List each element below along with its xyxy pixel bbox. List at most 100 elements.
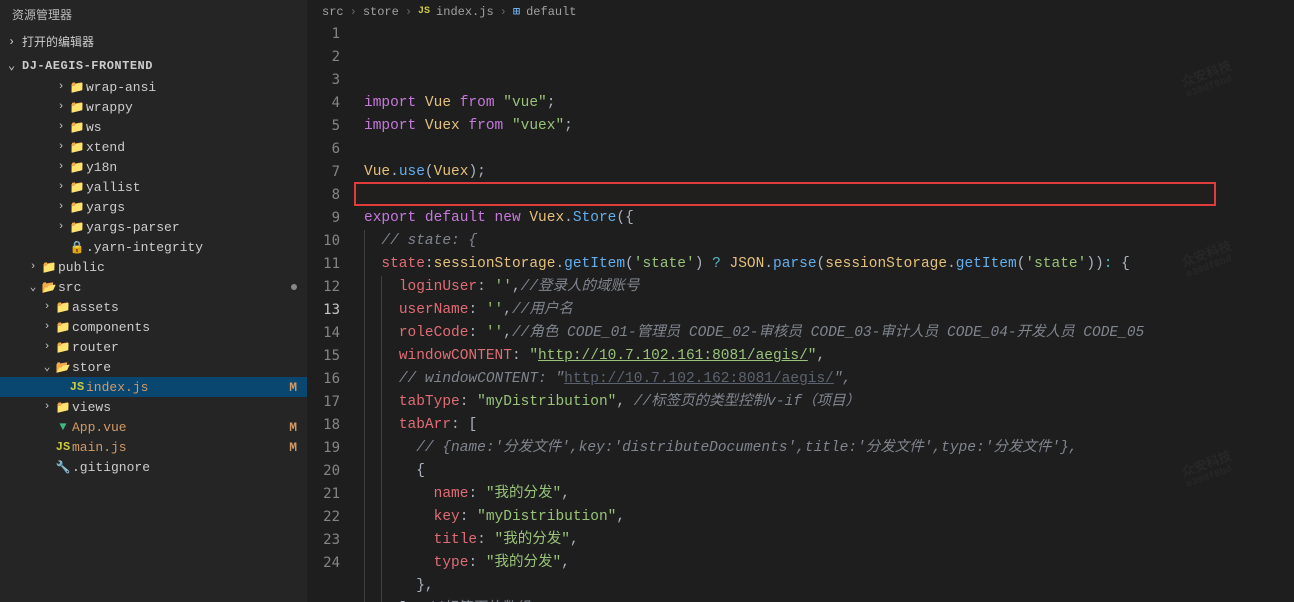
folder-icon: 📂 (40, 279, 58, 295)
chevron-right-icon: › (26, 261, 40, 273)
chevron-right-icon: › (54, 141, 68, 153)
tree-item[interactable]: ›📁components (0, 317, 307, 337)
folder-icon: 📁 (68, 199, 86, 215)
code-content[interactable]: import Vue from "vue";import Vuex from "… (358, 23, 1294, 602)
project-section[interactable]: ⌄ DJ-AEGIS-FRONTEND (0, 54, 307, 77)
chevron-right-icon: › (8, 35, 18, 49)
tree-item[interactable]: ›📁public (0, 257, 307, 277)
tree-item[interactable]: ⌄📂src (0, 277, 307, 297)
tree-item-label: main.js (72, 440, 289, 455)
folder-icon: 📁 (68, 139, 86, 155)
code-line[interactable]: }, (364, 575, 1294, 598)
tree-item-label: y18n (86, 160, 307, 175)
code-line[interactable]: key: "myDistribution", (364, 506, 1294, 529)
code-line[interactable]: tabType: "myDistribution", //标签页的类型控制v-i… (364, 391, 1294, 414)
code-line[interactable]: roleCode: '',//角色 CODE_01-管理员 CODE_02-审核… (364, 322, 1294, 345)
sidebar: 资源管理器 › 打开的编辑器 ⌄ DJ-AEGIS-FRONTEND ›📁wra… (0, 0, 308, 602)
tree-item-label: src (58, 280, 291, 295)
tree-item[interactable]: ›📁yallist (0, 177, 307, 197)
code-line[interactable]: Vue.use(Vuex); (364, 161, 1294, 184)
chevron-right-icon: › (40, 321, 54, 333)
tree-item[interactable]: 🔒.yarn-integrity (0, 237, 307, 257)
code-line[interactable]: // windowCONTENT: "http://10.7.102.162:8… (364, 368, 1294, 391)
folder-icon: 📁 (68, 119, 86, 135)
code-line[interactable]: tabArr: [ (364, 414, 1294, 437)
tree-item[interactable]: ›📁views (0, 397, 307, 417)
chevron-right-icon: › (54, 181, 68, 193)
file-tree: ›📁wrap-ansi›📁wrappy›📁ws›📁xtend›📁y18n›📁ya… (0, 77, 307, 602)
line-gutter: 123456789101112131415161718192021222324 (308, 23, 358, 602)
chevron-right-icon: › (40, 401, 54, 413)
folder-icon: 📁 (68, 79, 86, 95)
folder-icon: 📁 (54, 399, 72, 415)
chevron-down-icon: ⌄ (26, 280, 40, 294)
js-icon: JS (54, 439, 72, 455)
tree-item[interactable]: ›📁y18n (0, 157, 307, 177)
code-line[interactable]: name: "我的分发", (364, 483, 1294, 506)
modified-badge: M (289, 440, 297, 455)
tree-item[interactable]: JSmain.jsM (0, 437, 307, 457)
vue-icon: ▼ (54, 419, 72, 435)
tree-item-label: router (72, 340, 307, 355)
tree-item[interactable]: ›📁yargs (0, 197, 307, 217)
folder-icon: 📁 (68, 179, 86, 195)
folder-icon: 📁 (40, 259, 58, 275)
tree-item-label: components (72, 320, 307, 335)
code-line[interactable]: export default new Vuex.Store({ (364, 207, 1294, 230)
folder-icon: 📁 (54, 339, 72, 355)
code-editor[interactable]: 123456789101112131415161718192021222324 … (308, 23, 1294, 602)
code-line[interactable]: // {name:'分发文件',key:'distributeDocuments… (364, 437, 1294, 460)
tree-item[interactable]: ›📁ws (0, 117, 307, 137)
project-name: DJ-AEGIS-FRONTEND (22, 59, 153, 73)
tree-item[interactable]: JSindex.jsM (0, 377, 307, 397)
code-line[interactable] (364, 184, 1294, 207)
code-line[interactable]: // state: { (364, 230, 1294, 253)
js-icon: JS (68, 379, 86, 395)
chevron-right-icon: › (40, 341, 54, 353)
tree-item[interactable]: ›📁wrap-ansi (0, 77, 307, 97)
tree-item[interactable]: ›📁router (0, 337, 307, 357)
chevron-right-icon: › (54, 221, 68, 233)
tree-item-label: assets (72, 300, 307, 315)
tree-item[interactable]: ›📁wrappy (0, 97, 307, 117)
code-line[interactable]: import Vuex from "vuex"; (364, 115, 1294, 138)
code-line[interactable]: ], //标签页的数组 (364, 598, 1294, 602)
chevron-right-icon: › (54, 161, 68, 173)
folder-icon: 📁 (68, 219, 86, 235)
explorer-title: 资源管理器 (0, 0, 307, 29)
code-line[interactable]: loginUser: '',//登录人的域账号 (364, 276, 1294, 299)
code-line[interactable]: windowCONTENT: "http://10.7.102.161:8081… (364, 345, 1294, 368)
tree-item-label: public (58, 260, 307, 275)
code-line[interactable]: { (364, 460, 1294, 483)
tree-item[interactable]: ⌄📂store (0, 357, 307, 377)
chevron-right-icon: › (54, 101, 68, 113)
code-line[interactable]: title: "我的分发", (364, 529, 1294, 552)
editor-area: downloadFile.vueindex.jsmain.jsvue.confi… (308, 0, 1294, 602)
chevron-right-icon: › (40, 301, 54, 313)
breadcrumb[interactable]: src › store › JS index.js › ⊞ default (308, 0, 1294, 23)
code-line[interactable]: userName: '',//用户名 (364, 299, 1294, 322)
file-icon: 🔧 (54, 459, 72, 475)
tree-item-label: yargs-parser (86, 220, 307, 235)
code-line[interactable]: import Vue from "vue"; (364, 92, 1294, 115)
tree-item-label: yallist (86, 180, 307, 195)
tree-item[interactable]: ›📁assets (0, 297, 307, 317)
tree-item[interactable]: ›📁yargs-parser (0, 217, 307, 237)
tree-item[interactable]: ▼App.vueM (0, 417, 307, 437)
code-line[interactable] (364, 138, 1294, 161)
code-line[interactable]: type: "我的分发", (364, 552, 1294, 575)
folder-icon: 📁 (68, 159, 86, 175)
tree-item-label: .yarn-integrity (86, 240, 307, 255)
tree-item-label: views (72, 400, 307, 415)
tree-item-label: store (72, 360, 307, 375)
folder-icon: 📁 (54, 299, 72, 315)
tree-item[interactable]: 🔧.gitignore (0, 457, 307, 477)
tree-item-label: wrap-ansi (86, 80, 307, 95)
tree-item[interactable]: ›📁xtend (0, 137, 307, 157)
modified-badge: M (289, 420, 297, 435)
folder-icon: 📁 (68, 99, 86, 115)
code-line[interactable]: state:sessionStorage.getItem('state') ? … (364, 253, 1294, 276)
tree-item-label: xtend (86, 140, 307, 155)
open-editors-section[interactable]: › 打开的编辑器 (0, 29, 307, 54)
chevron-down-icon: ⌄ (8, 58, 18, 73)
